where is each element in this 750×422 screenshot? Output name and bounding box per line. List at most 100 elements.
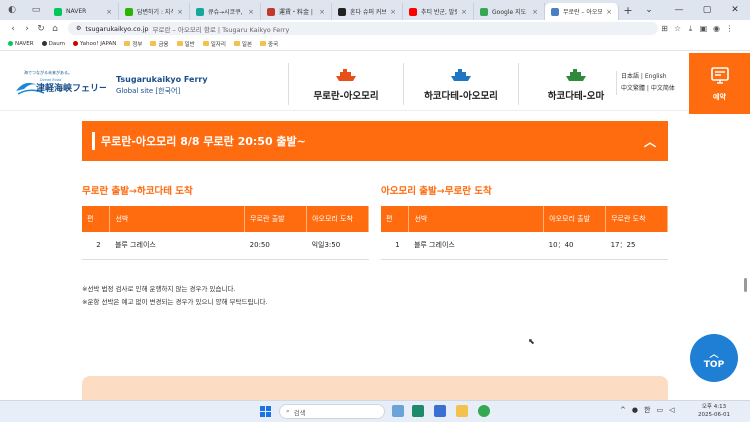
route-link[interactable]: 하코다테-아오모리 <box>403 63 518 105</box>
url-field[interactable]: ⚙ tsugarukaikyo.co.jp 무로란 – 아오모리 항로 | Ts… <box>68 22 658 35</box>
lang-traditional-chinese[interactable]: 中文繁體 <box>621 85 645 92</box>
menu-icon[interactable]: ⋮ <box>723 24 736 33</box>
reload-icon[interactable]: ↻ <box>34 24 48 34</box>
bookmark-item[interactable]: Yahoo! JAPAN <box>73 41 116 47</box>
taskbar-search[interactable]: ⌕ 검색 <box>279 404 385 419</box>
bookmark-label: NAVER <box>15 40 34 47</box>
profile-icon[interactable]: ◐ <box>0 0 24 20</box>
lang-japanese[interactable]: 日本語 <box>621 73 639 80</box>
close-window-button[interactable]: ✕ <box>720 0 750 20</box>
top-label: TOP <box>703 359 725 370</box>
brand-name: Tsugarukaikyo Ferry <box>116 75 208 84</box>
ferry-icon <box>336 69 356 81</box>
tab-close-icon[interactable]: × <box>532 8 538 16</box>
windows-start-icon[interactable] <box>260 406 271 417</box>
browser-tab[interactable]: 답변하기 : 지식iN × <box>119 3 190 20</box>
tab-search-icon[interactable]: ⌄ <box>634 0 664 20</box>
browser-tab[interactable]: NAVER × <box>48 3 119 20</box>
lang-simplified-chinese[interactable]: 中文简体 <box>651 85 675 92</box>
tab-close-icon[interactable]: × <box>248 8 254 16</box>
bookmark-label: 일반 <box>184 41 195 48</box>
browser-tab[interactable]: 運賃・料金 | 商港 × <box>261 3 332 20</box>
folder-icon <box>260 41 267 46</box>
reserve-button[interactable]: 예약 <box>689 53 750 114</box>
tab-title: Google 지도 <box>492 9 527 16</box>
browser-tab[interactable]: 큐슈→시코쿠, 혼슈 × <box>190 3 261 20</box>
back-to-top-button[interactable]: ︿ TOP <box>690 334 738 382</box>
tsugaru-ferry-logo[interactable]: 海でつながる未来がある。 Ocean Road 津軽海峡フェリー <box>14 69 106 99</box>
tab-close-icon[interactable]: × <box>177 8 183 16</box>
home-icon[interactable]: ⌂ <box>48 24 62 34</box>
ime-indicator[interactable]: 한 <box>644 405 650 415</box>
route-link[interactable]: 무로란-아오모리 <box>288 63 403 105</box>
site-info-icon[interactable]: ⚙ <box>76 25 81 32</box>
ferry-icon <box>451 69 471 81</box>
translate-icon[interactable]: ⊞ <box>658 24 671 33</box>
url-page-title: 무로란 – 아오모리 항로 | Tsugaru Kaikyo Ferry <box>152 25 290 34</box>
tab-close-icon[interactable]: × <box>390 8 396 16</box>
chrome-taskbar-icon[interactable] <box>478 405 490 417</box>
folder-icon <box>124 41 131 46</box>
bookmark-item[interactable]: 중국 <box>260 40 278 48</box>
route-accordion-header[interactable]: 무로란-아오모리 8/8 무로란 20:50 출발~ ︿ <box>82 121 668 161</box>
browser-tab[interactable]: Google 지도 × <box>474 3 545 20</box>
bookmark-item[interactable]: 일자리 <box>202 40 226 48</box>
bookmark-star-icon[interactable]: ☆ <box>671 24 684 33</box>
url-domain: tsugarukaikyo.co.jp <box>85 24 149 33</box>
bookmark-item[interactable]: 일본 <box>233 40 253 48</box>
tab-close-icon[interactable]: × <box>606 8 612 16</box>
route-label: 무로란-아오모리 <box>313 91 379 102</box>
file-explorer-icon[interactable] <box>456 405 468 417</box>
bookmark-label: 중국 <box>268 41 279 48</box>
browser-tab[interactable]: 추티 반군, 말렸던 × <box>403 3 474 20</box>
forward-icon[interactable]: › <box>20 24 34 34</box>
tray-chevron-icon[interactable]: ^ <box>620 406 626 414</box>
clock[interactable]: 오후 4:13 2025-06-01 <box>698 403 730 419</box>
scrollbar-thumb[interactable] <box>744 278 747 292</box>
note-ship-change: ※운항 선박은 예고 없이 변경되는 경우가 있으니 양해 부탁드립니다. <box>82 298 268 306</box>
browser-tab[interactable]: 무로란 – 아오모리 × <box>545 3 619 20</box>
tab-title: 답변하기 : 지식iN <box>137 9 173 16</box>
table-cell: 2 <box>82 232 110 260</box>
bookmark-item[interactable]: 정부 <box>124 40 142 48</box>
table-header: 아오모리 출발 <box>543 206 607 232</box>
tab-favicon-icon <box>480 7 488 16</box>
note-inspection: ※선박 법정 검사로 인해 운행하지 않는 경우가 있습니다. <box>82 285 236 293</box>
extensions-icon[interactable]: ▣ <box>697 24 710 33</box>
table-header: 무로란 출발 <box>244 206 308 232</box>
back-icon[interactable]: ‹ <box>6 24 20 34</box>
bookmark-item[interactable]: NAVER <box>8 41 34 47</box>
folder-icon <box>202 41 209 46</box>
tab-close-icon[interactable]: × <box>461 8 467 16</box>
maximize-button[interactable]: ▢ <box>692 0 722 20</box>
tab-close-icon[interactable]: × <box>319 8 325 16</box>
bookmark-item[interactable]: Daum <box>41 41 65 47</box>
minimize-button[interactable]: — <box>664 0 694 20</box>
volume-icon[interactable]: ◁ <box>669 406 674 414</box>
tab-title: 무로란 – 아오모리 <box>563 9 602 16</box>
tab-title: 運賃・料金 | 商港 <box>279 9 315 16</box>
network-icon[interactable]: ▭ <box>656 406 663 414</box>
profile-avatar-icon[interactable]: ◉ <box>710 24 723 33</box>
tab-list-icon[interactable]: ▭ <box>24 0 48 20</box>
tab-favicon-icon <box>551 7 559 16</box>
address-bar: ‹ › ↻ ⌂ ⚙ tsugarukaikyo.co.jp 무로란 – 아오모리… <box>0 20 750 37</box>
widgets-icon[interactable] <box>392 405 404 417</box>
tray-app-icon[interactable]: ● <box>632 406 638 414</box>
browser-tab[interactable]: 혼다 슈퍼 커브 11× <box>332 3 403 20</box>
table-cell: 블루 그레이스 <box>109 232 245 260</box>
store-icon[interactable] <box>412 405 424 417</box>
left-timetable: 편 선박 무로란 출발 아오모리 도착 2 블루 그레이스 20:50 익일3:50 <box>82 206 369 260</box>
bookmark-label: 일본 <box>241 41 253 48</box>
lang-english[interactable]: English <box>645 73 667 80</box>
bookmark-favicon-icon <box>41 41 47 46</box>
download-icon[interactable]: ⤓ <box>684 24 697 34</box>
bookmark-item[interactable]: 일반 <box>176 40 195 48</box>
tab-close-icon[interactable]: × <box>106 8 112 16</box>
bookmark-item[interactable]: 금융 <box>150 40 169 48</box>
table-cell: 10：40 <box>543 232 606 260</box>
app-icon[interactable] <box>434 405 446 417</box>
chevron-up-icon[interactable]: ︿ <box>644 133 656 150</box>
logo-tagline: 海でつながる未来がある。 <box>24 69 72 75</box>
reserve-label: 예약 <box>713 92 726 101</box>
